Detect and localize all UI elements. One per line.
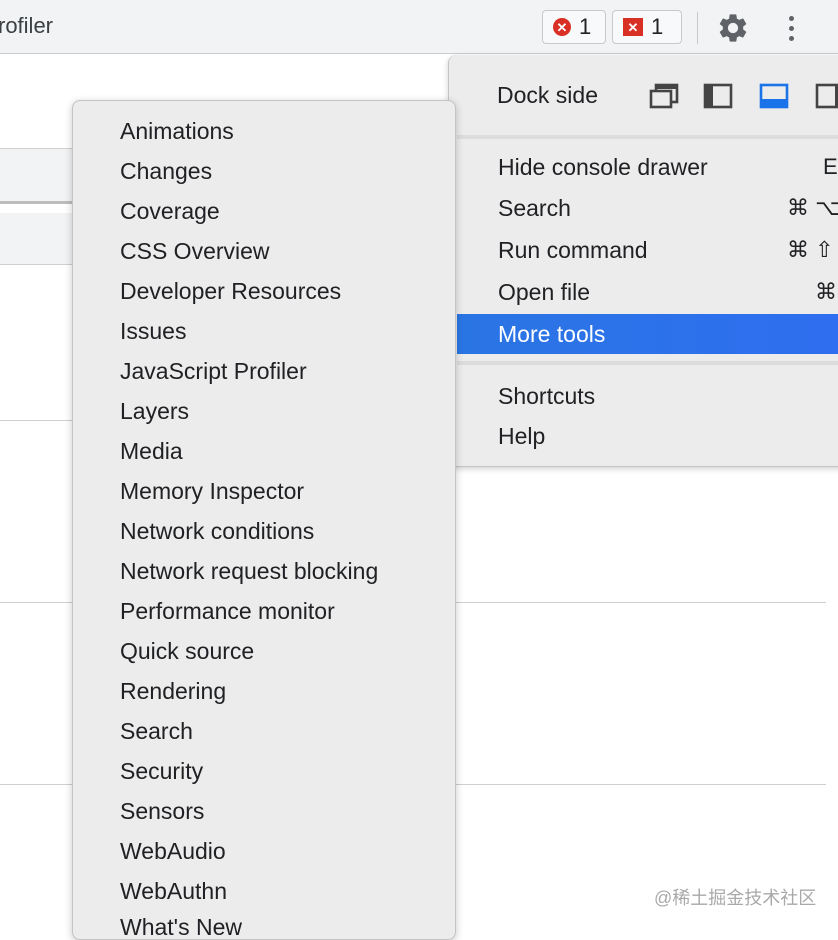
menu-separator [457, 135, 838, 139]
submenu-item-memory-inspector[interactable]: Memory Inspector [120, 478, 304, 505]
undock-icon[interactable] [649, 83, 679, 109]
background-divider [0, 602, 80, 603]
gear-icon[interactable] [716, 11, 750, 45]
more-tools-submenu: Animations Changes Coverage CSS Overview… [72, 100, 456, 940]
submenu-item-coverage[interactable]: Coverage [120, 198, 220, 225]
background-divider [0, 420, 80, 421]
menu-item-label: Open file [498, 278, 591, 305]
customize-devtools-menu: Dock side Hide console drawer E Search ⌘… [448, 55, 838, 467]
background-panel-strip [0, 213, 80, 265]
menu-item-shortcut: ⌘ ⇧ [787, 237, 834, 262]
dock-left-icon[interactable] [703, 83, 733, 109]
submenu-item-issues[interactable]: Issues [120, 318, 186, 345]
watermark-text: @稀土掘金技术社区 [654, 888, 817, 908]
dock-right-icon[interactable] [815, 83, 838, 109]
submenu-item-changes[interactable]: Changes [120, 158, 212, 185]
panel-title-fragment: rofiler [0, 13, 54, 38]
menu-item-label: Help [498, 422, 546, 449]
menu-item-label: Search [498, 194, 571, 221]
more-options-icon[interactable] [776, 11, 806, 45]
menu-item-shortcut: E [823, 154, 838, 179]
menu-item-open-file[interactable]: Open file ⌘ [457, 272, 838, 312]
devtools-toolbar: rofiler ✕ 1 ✕ 1 [0, 0, 838, 54]
menu-separator [457, 361, 838, 365]
issues-count: 1 [651, 14, 664, 39]
submenu-item-animations[interactable]: Animations [120, 118, 234, 145]
submenu-item-webaudio[interactable]: WebAudio [120, 838, 226, 865]
submenu-item-performance-monitor[interactable]: Performance monitor [120, 598, 335, 625]
dock-side-row: Dock side [449, 55, 838, 135]
submenu-item-whats-new[interactable]: What's New [120, 914, 242, 939]
toolbar-divider [697, 12, 698, 44]
submenu-item-search[interactable]: Search [120, 718, 193, 745]
menu-item-more-tools[interactable]: More tools [457, 314, 838, 354]
menu-item-label: Run command [498, 236, 648, 263]
menu-item-search[interactable]: Search ⌘ ⌥ [457, 188, 838, 228]
menu-item-shortcut: ⌘ [815, 279, 837, 304]
submenu-item-layers[interactable]: Layers [120, 398, 189, 425]
submenu-item-network-request-blocking[interactable]: Network request blocking [120, 558, 378, 585]
submenu-item-developer-resources[interactable]: Developer Resources [120, 278, 341, 305]
dock-bottom-icon[interactable] [759, 83, 789, 109]
background-divider [456, 602, 826, 603]
menu-item-hide-console-drawer[interactable]: Hide console drawer E [457, 147, 838, 187]
error-icon: ✕ [553, 18, 571, 36]
background-panel-strip [0, 148, 80, 204]
dock-side-label: Dock side [497, 82, 598, 108]
submenu-item-css-overview[interactable]: CSS Overview [120, 238, 270, 265]
menu-item-label: More tools [498, 320, 606, 347]
menu-item-shortcut: ⌘ ⌥ [787, 195, 838, 220]
submenu-item-quick-source[interactable]: Quick source [120, 638, 254, 665]
submenu-item-network-conditions[interactable]: Network conditions [120, 518, 314, 545]
menu-item-help[interactable]: Help [457, 416, 838, 456]
submenu-item-javascript-profiler[interactable]: JavaScript Profiler [120, 358, 307, 385]
errors-count: 1 [579, 14, 592, 39]
background-divider [0, 784, 80, 785]
submenu-item-rendering[interactable]: Rendering [120, 678, 226, 705]
issues-counter-button[interactable]: ✕ 1 [612, 10, 682, 44]
menu-item-shortcuts[interactable]: Shortcuts [457, 376, 838, 416]
issue-flag-icon: ✕ [623, 18, 643, 36]
menu-item-label: Hide console drawer [498, 153, 708, 180]
submenu-item-webauthn[interactable]: WebAuthn [120, 878, 227, 905]
menu-item-run-command[interactable]: Run command ⌘ ⇧ [457, 230, 838, 270]
menu-item-label: Shortcuts [498, 382, 596, 409]
errors-counter-button[interactable]: ✕ 1 [542, 10, 606, 44]
submenu-item-media[interactable]: Media [120, 438, 183, 465]
submenu-item-security[interactable]: Security [120, 758, 203, 785]
background-divider [456, 784, 826, 785]
submenu-item-sensors[interactable]: Sensors [120, 798, 204, 825]
